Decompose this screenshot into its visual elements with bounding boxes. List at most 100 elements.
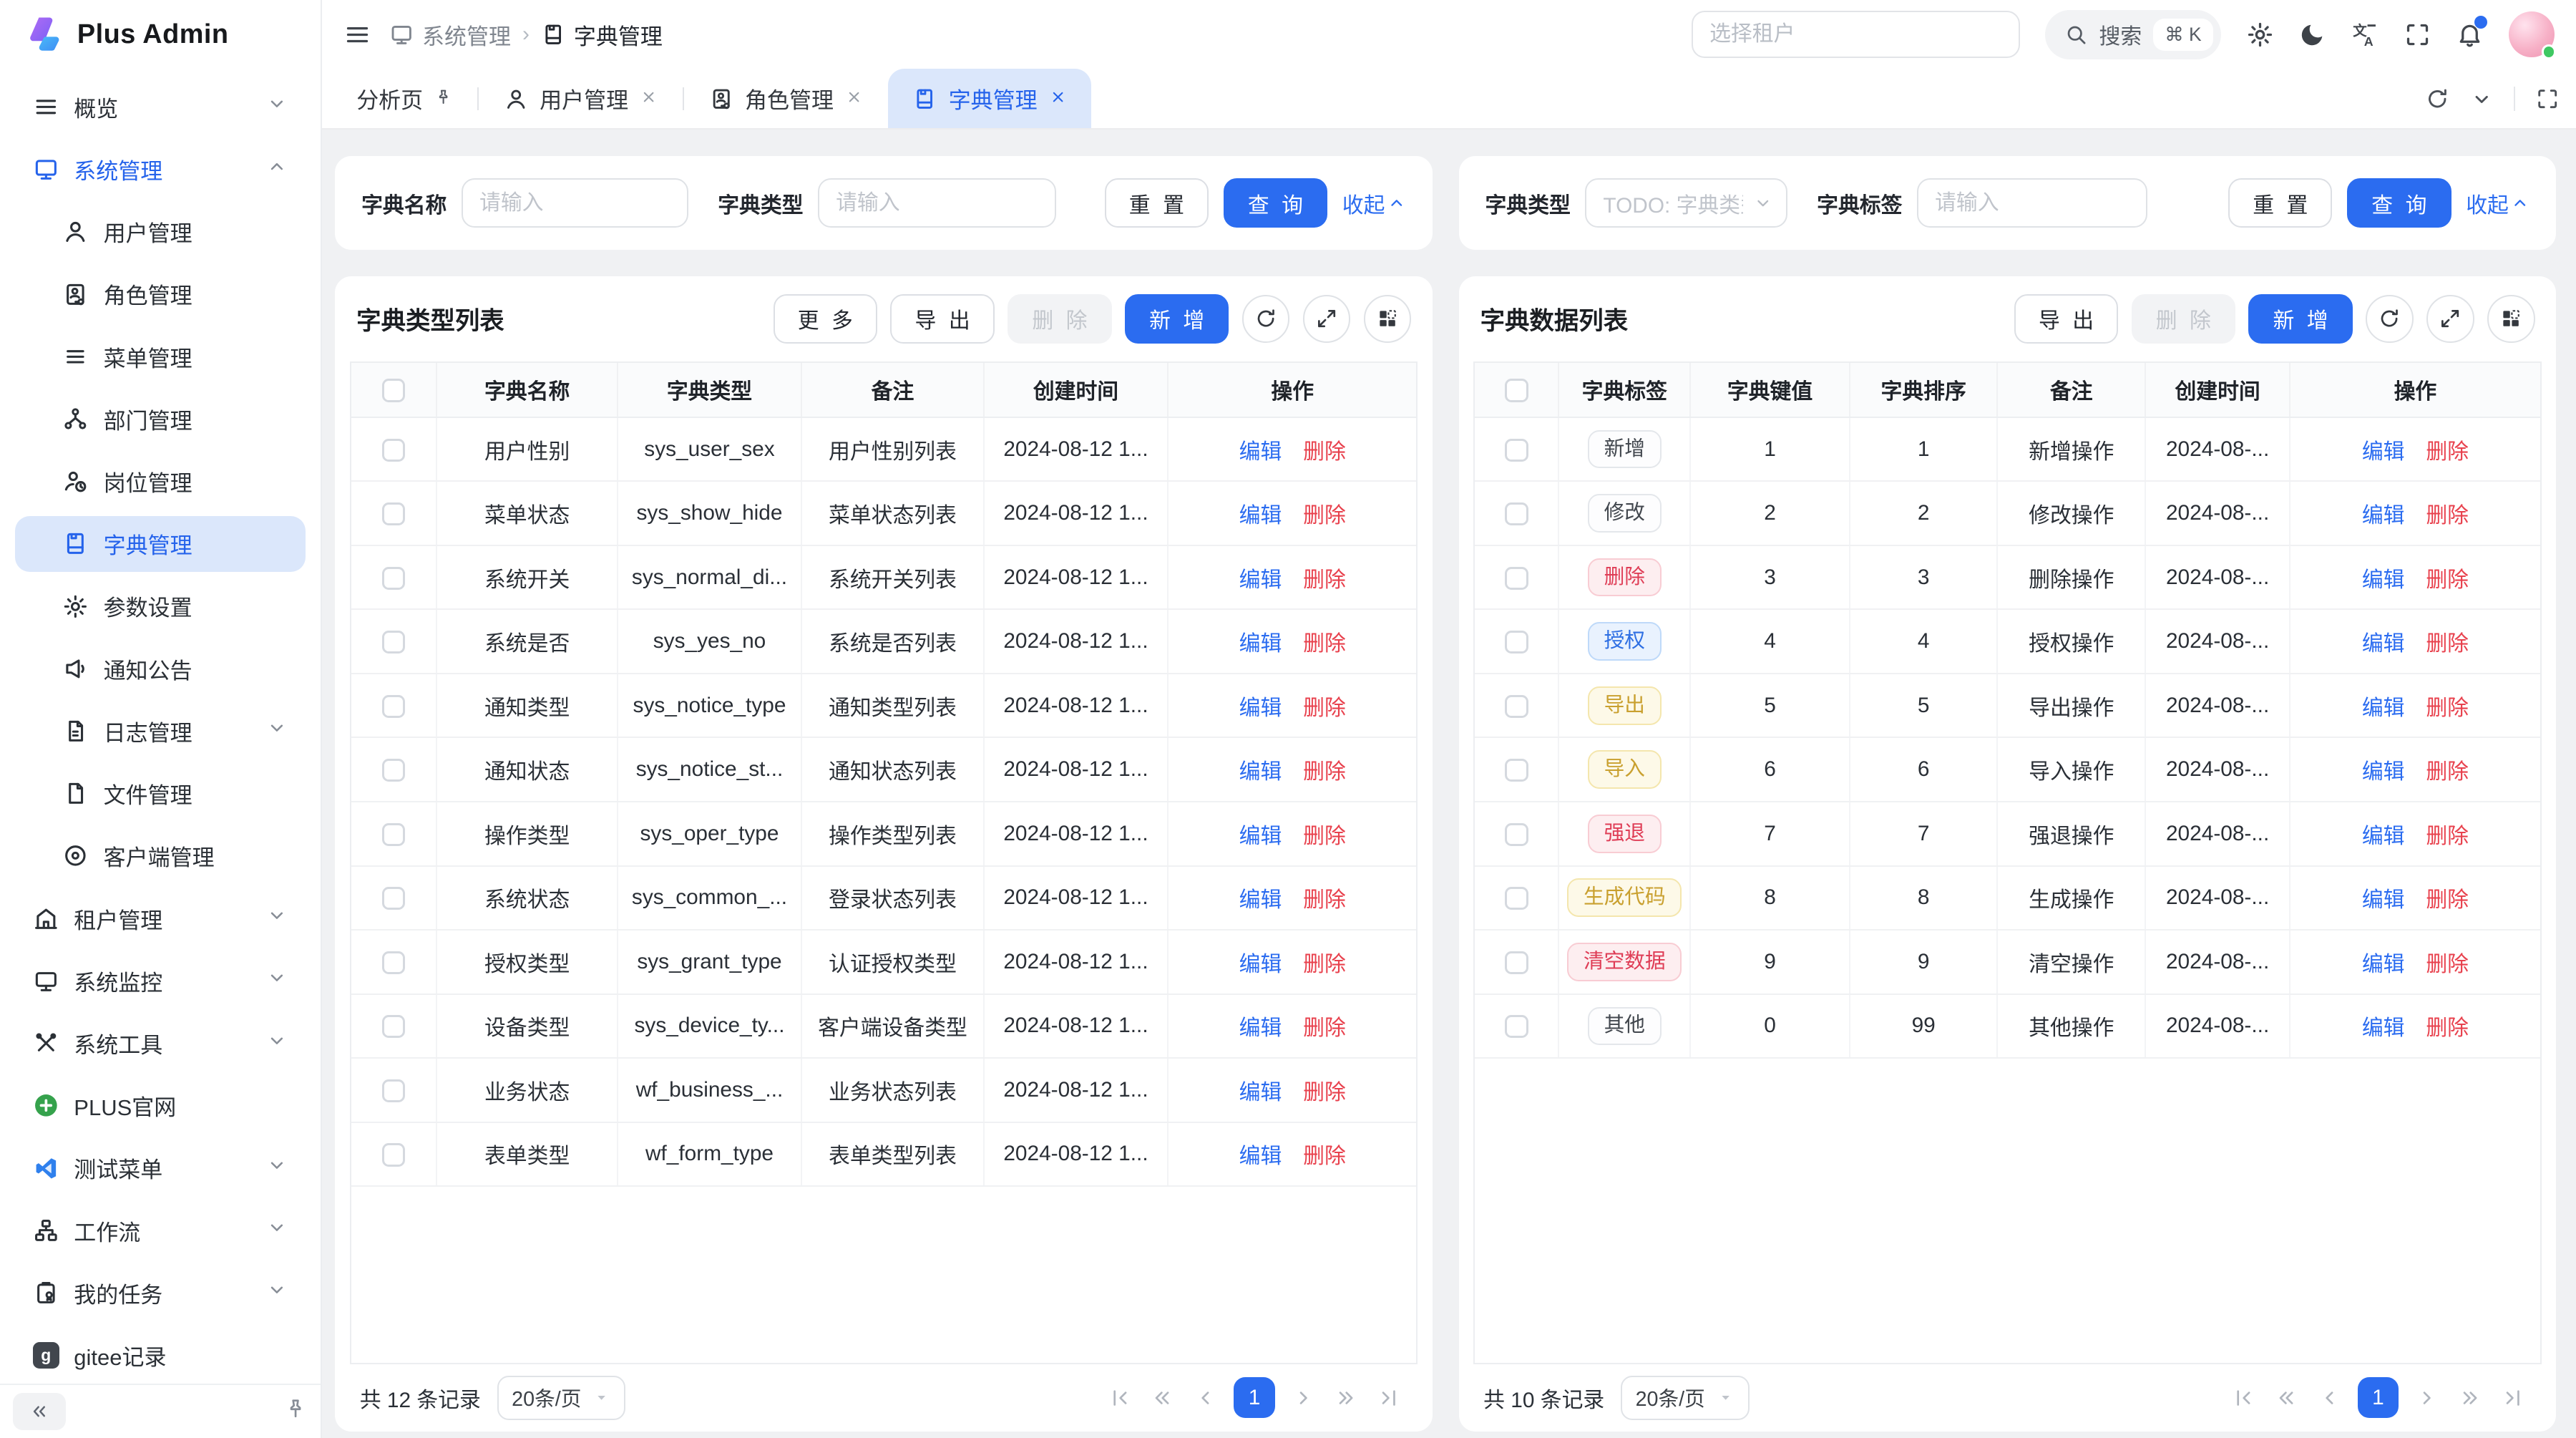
- delete-link[interactable]: 删除: [1303, 888, 1346, 912]
- edit-link[interactable]: 编辑: [1239, 825, 1282, 848]
- delete-link[interactable]: 删除: [1303, 953, 1346, 976]
- row-checkbox[interactable]: [1505, 631, 1528, 654]
- toolbar-button[interactable]: 更 多: [774, 294, 877, 344]
- row-checkbox[interactable]: [382, 1079, 405, 1102]
- delete-link[interactable]: 删除: [1303, 696, 1346, 720]
- delete-link[interactable]: 删除: [2426, 568, 2469, 592]
- reset-button[interactable]: 重 置: [1105, 178, 1209, 228]
- edit-link[interactable]: 编辑: [2362, 825, 2405, 848]
- first-page-button[interactable]: [1101, 1379, 1138, 1417]
- edit-link[interactable]: 编辑: [1239, 696, 1282, 720]
- row-checkbox[interactable]: [382, 567, 405, 590]
- prev-page-button[interactable]: [1186, 1379, 1224, 1417]
- column-settings-icon[interactable]: [1364, 295, 1412, 343]
- edit-link[interactable]: 编辑: [2362, 953, 2405, 976]
- notifications-bell-icon[interactable]: [2456, 21, 2484, 49]
- edit-link[interactable]: 编辑: [2362, 760, 2405, 784]
- select-all-checkbox[interactable]: [1505, 379, 1528, 402]
- edit-link[interactable]: 编辑: [2362, 696, 2405, 720]
- delete-link[interactable]: 删除: [2426, 953, 2469, 976]
- sidebar-collapse-button[interactable]: [13, 1393, 65, 1431]
- dict-name-input[interactable]: [462, 178, 688, 228]
- prev-page-button[interactable]: [2310, 1379, 2348, 1417]
- next-page-button[interactable]: [2409, 1379, 2446, 1417]
- delete-link[interactable]: 删除: [2426, 440, 2469, 464]
- delete-link[interactable]: 删除: [1303, 568, 1346, 592]
- row-checkbox[interactable]: [382, 823, 405, 846]
- dict-type-input[interactable]: [818, 178, 1056, 228]
- sidebar-pin-icon[interactable]: [284, 1396, 307, 1427]
- toolbar-button[interactable]: 导 出: [2014, 294, 2118, 344]
- sidebar-item[interactable]: 字典管理: [15, 516, 306, 572]
- sidebar-item[interactable]: 用户管理: [15, 204, 306, 260]
- tab-options-chevron-icon[interactable]: [2469, 87, 2494, 111]
- breadcrumb-item-system[interactable]: 系统管理: [389, 19, 511, 51]
- sidebar-item[interactable]: 参数设置: [15, 578, 306, 634]
- edit-link[interactable]: 编辑: [1239, 888, 1282, 912]
- delete-link[interactable]: 删除: [1303, 1145, 1346, 1168]
- edit-link[interactable]: 编辑: [2362, 1016, 2405, 1040]
- sidebar-item[interactable]: 租户管理: [15, 890, 306, 946]
- edit-link[interactable]: 编辑: [1239, 568, 1282, 592]
- logo[interactable]: Plus Admin: [0, 0, 321, 69]
- sidebar-item[interactable]: PLUS官网: [15, 1078, 306, 1134]
- delete-link[interactable]: 删除: [1303, 760, 1346, 784]
- edit-link[interactable]: 编辑: [2362, 504, 2405, 528]
- edit-link[interactable]: 编辑: [1239, 504, 1282, 528]
- row-checkbox[interactable]: [382, 887, 405, 910]
- query-button[interactable]: 查 询: [2347, 178, 2451, 228]
- dict-label-input[interactable]: [1917, 178, 2147, 228]
- row-checkbox[interactable]: [1505, 567, 1528, 590]
- edit-link[interactable]: 编辑: [1239, 1145, 1282, 1168]
- delete-link[interactable]: 删除: [2426, 760, 2469, 784]
- dark-mode-moon-icon[interactable]: [2298, 21, 2326, 49]
- row-checkbox[interactable]: [1505, 887, 1528, 910]
- row-checkbox[interactable]: [1505, 823, 1528, 846]
- edit-link[interactable]: 编辑: [2362, 632, 2405, 656]
- row-checkbox[interactable]: [1505, 695, 1528, 718]
- toolbar-button[interactable]: 新 增: [2248, 294, 2352, 344]
- fast-forward-button[interactable]: [2451, 1379, 2489, 1417]
- delete-link[interactable]: 删除: [1303, 504, 1346, 528]
- tab-用户管理[interactable]: 用户管理: [479, 69, 683, 128]
- close-tab-icon[interactable]: [640, 86, 658, 112]
- delete-link[interactable]: 删除: [2426, 632, 2469, 656]
- delete-link[interactable]: 删除: [2426, 1016, 2469, 1040]
- delete-link[interactable]: 删除: [1303, 1016, 1346, 1040]
- sidebar-item[interactable]: 日志管理: [15, 703, 306, 759]
- row-checkbox[interactable]: [382, 759, 405, 782]
- delete-link[interactable]: 删除: [2426, 888, 2469, 912]
- last-page-button[interactable]: [1370, 1379, 1408, 1417]
- query-button[interactable]: 查 询: [1224, 178, 1327, 228]
- collapse-search-link[interactable]: 收起: [2466, 188, 2529, 219]
- select-all-checkbox[interactable]: [382, 379, 405, 402]
- row-checkbox[interactable]: [382, 951, 405, 974]
- expand-table-icon[interactable]: [1303, 295, 1351, 343]
- close-tab-icon[interactable]: [1049, 86, 1067, 112]
- dict-type-select[interactable]: TODO: 字典类型: [1585, 178, 1787, 228]
- sidebar-item[interactable]: 系统管理: [15, 141, 306, 197]
- row-checkbox[interactable]: [382, 631, 405, 654]
- tab-分析页[interactable]: 分析页: [332, 69, 477, 128]
- next-page-button[interactable]: [1284, 1379, 1322, 1417]
- sidebar-item[interactable]: 部门管理: [15, 391, 306, 447]
- content-fullscreen-icon[interactable]: [2514, 87, 2560, 111]
- sidebar-item[interactable]: 岗位管理: [15, 454, 306, 510]
- delete-link[interactable]: 删除: [2426, 825, 2469, 848]
- delete-link[interactable]: 删除: [2426, 696, 2469, 720]
- edit-link[interactable]: 编辑: [2362, 888, 2405, 912]
- breadcrumb-item-dict[interactable]: 字典管理: [541, 19, 663, 51]
- sidebar-item[interactable]: ggitee记录: [15, 1328, 306, 1384]
- row-checkbox[interactable]: [1505, 502, 1528, 525]
- sidebar-item[interactable]: 通知公告: [15, 641, 306, 696]
- fast-back-button[interactable]: [2268, 1379, 2306, 1417]
- edit-link[interactable]: 编辑: [1239, 1081, 1282, 1104]
- language-translate-icon[interactable]: 文A: [2351, 21, 2379, 49]
- tab-角色管理[interactable]: 角色管理: [684, 69, 888, 128]
- sidebar-item[interactable]: 文件管理: [15, 766, 306, 822]
- sidebar-item[interactable]: 角色管理: [15, 266, 306, 322]
- per-page-select[interactable]: 20条/页: [1621, 1376, 1749, 1420]
- collapse-search-link[interactable]: 收起: [1342, 188, 1406, 219]
- edit-link[interactable]: 编辑: [1239, 760, 1282, 784]
- edit-link[interactable]: 编辑: [2362, 440, 2405, 464]
